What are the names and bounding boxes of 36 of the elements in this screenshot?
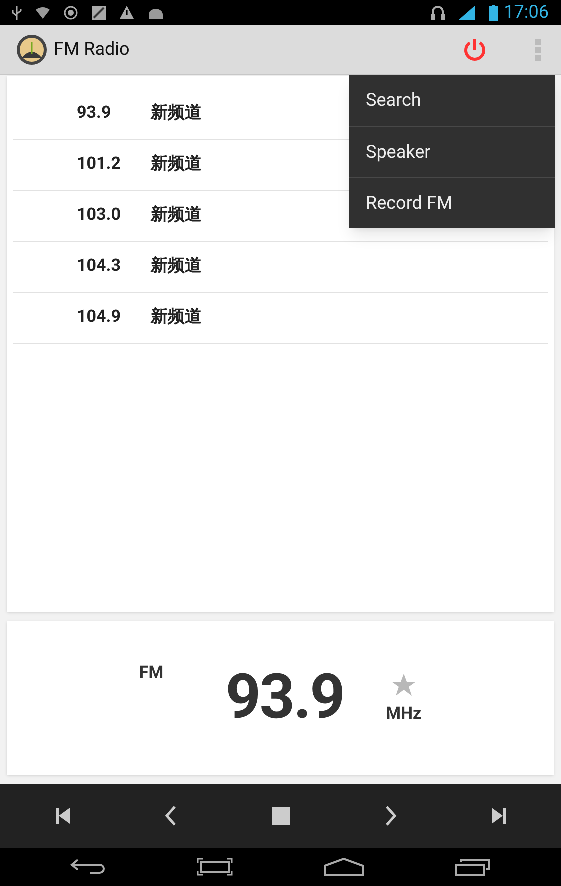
chevron-right-icon[interactable] (384, 806, 396, 826)
station-frequency: 93.9 (77, 102, 112, 126)
stop-icon[interactable] (272, 807, 290, 825)
menu-item[interactable]: Speaker (349, 126, 555, 177)
unit-label: MHz (386, 703, 422, 726)
back-icon[interactable] (70, 858, 106, 876)
chevron-left-icon[interactable] (164, 806, 176, 826)
station-frequency: 101.2 (77, 153, 122, 176)
station-name: 新频道 (151, 255, 202, 278)
skip-previous-icon[interactable] (56, 808, 70, 824)
menu-item[interactable]: Record FM (349, 177, 555, 228)
station-frequency: 103.0 (77, 204, 122, 228)
station-name: 新频道 (151, 102, 202, 126)
menu-item[interactable]: Search (349, 75, 555, 126)
station-name: 新频道 (151, 153, 202, 176)
band-label: FM (139, 662, 164, 685)
favorite-star-icon[interactable] (392, 674, 416, 696)
usb-icon (12, 6, 22, 20)
frequency-display: 93.9 (226, 667, 344, 729)
home-icon[interactable] (324, 858, 364, 876)
warning-icon (120, 6, 134, 19)
battery-icon (489, 4, 498, 20)
signal-icon (459, 6, 476, 20)
station-frequency: 104.3 (77, 255, 122, 278)
clock: 17:06 (504, 1, 549, 25)
station-name: 新频道 (151, 306, 202, 330)
skip-next-icon[interactable] (492, 808, 506, 824)
app-title: FM Radio (54, 38, 130, 62)
power-icon[interactable] (462, 36, 488, 62)
station-frequency: 104.9 (77, 306, 122, 330)
recent-apps-icon[interactable] (455, 858, 492, 876)
headset-icon (431, 4, 446, 20)
wifi-icon (36, 6, 50, 18)
radio-dial-icon[interactable] (16, 34, 48, 66)
station-name: 新频道 (151, 204, 202, 228)
fullscreen-icon[interactable] (196, 858, 233, 876)
